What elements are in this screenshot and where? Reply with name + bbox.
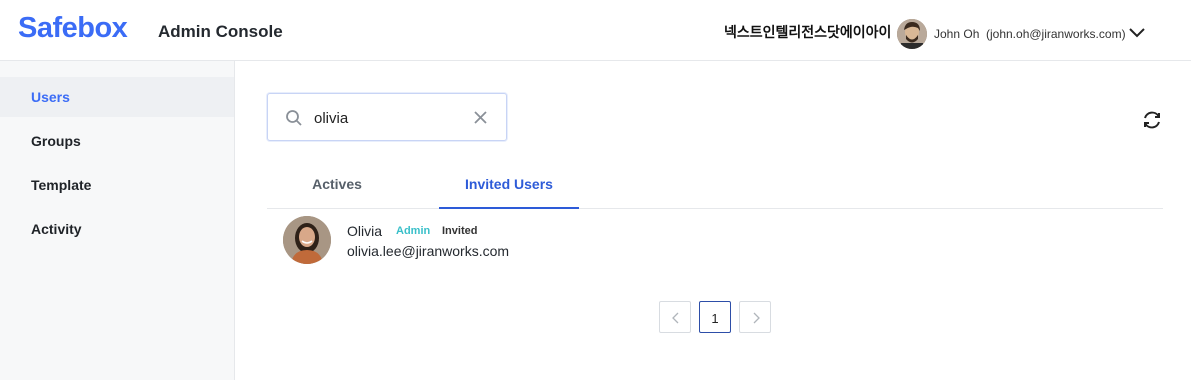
- chevron-left-icon: [672, 312, 679, 324]
- user-tabs: Actives Invited Users: [267, 162, 1163, 209]
- console-title: Admin Console: [158, 22, 283, 41]
- refresh-icon[interactable]: [1141, 109, 1163, 131]
- sidebar-nav: Users Groups Template Activity: [0, 61, 235, 380]
- next-page-button[interactable]: [739, 301, 771, 333]
- tab-actives[interactable]: Actives: [267, 162, 407, 209]
- search-input[interactable]: [314, 107, 464, 129]
- sidebar-item-template[interactable]: Template: [0, 165, 234, 205]
- sidebar-item-label: Users: [31, 89, 70, 105]
- account-user-email[interactable]: (john.oh@jiranworks.com): [986, 27, 1126, 41]
- sidebar-item-groups[interactable]: Groups: [0, 121, 234, 161]
- status-badge: Invited: [442, 225, 478, 237]
- chevron-down-icon[interactable]: [1128, 26, 1146, 40]
- sidebar-item-users[interactable]: Users: [0, 77, 234, 117]
- user-email: olivia.lee@jiranworks.com: [347, 243, 510, 259]
- close-icon[interactable]: [472, 109, 489, 126]
- tab-invited-users[interactable]: Invited Users: [439, 162, 579, 209]
- page-number-button[interactable]: 1: [699, 301, 731, 333]
- account-avatar[interactable]: [897, 19, 927, 49]
- search-box[interactable]: [267, 93, 507, 141]
- chevron-right-icon: [753, 312, 760, 324]
- list-item[interactable]: Olivia Admin Invited olivia.lee@jiranwor…: [267, 210, 1163, 276]
- sidebar-item-activity[interactable]: Activity: [0, 209, 234, 249]
- avatar: [283, 216, 331, 264]
- account-user-name[interactable]: John Oh: [934, 27, 979, 41]
- sidebar-item-label: Activity: [31, 221, 82, 237]
- user-name: Olivia: [347, 223, 383, 239]
- safebox-logo[interactable]: Safebox: [18, 12, 128, 45]
- sidebar-item-label: Groups: [31, 133, 81, 149]
- top-header: Safebox Admin Console 넥스트인텔리전스닷에이아이 John…: [0, 0, 1191, 61]
- previous-page-button[interactable]: [659, 301, 691, 333]
- sidebar-item-label: Template: [31, 177, 92, 193]
- role-badge: Admin: [396, 225, 431, 237]
- organization-name: 넥스트인텔리전스닷에이아이: [724, 25, 892, 41]
- search-icon: [285, 109, 303, 127]
